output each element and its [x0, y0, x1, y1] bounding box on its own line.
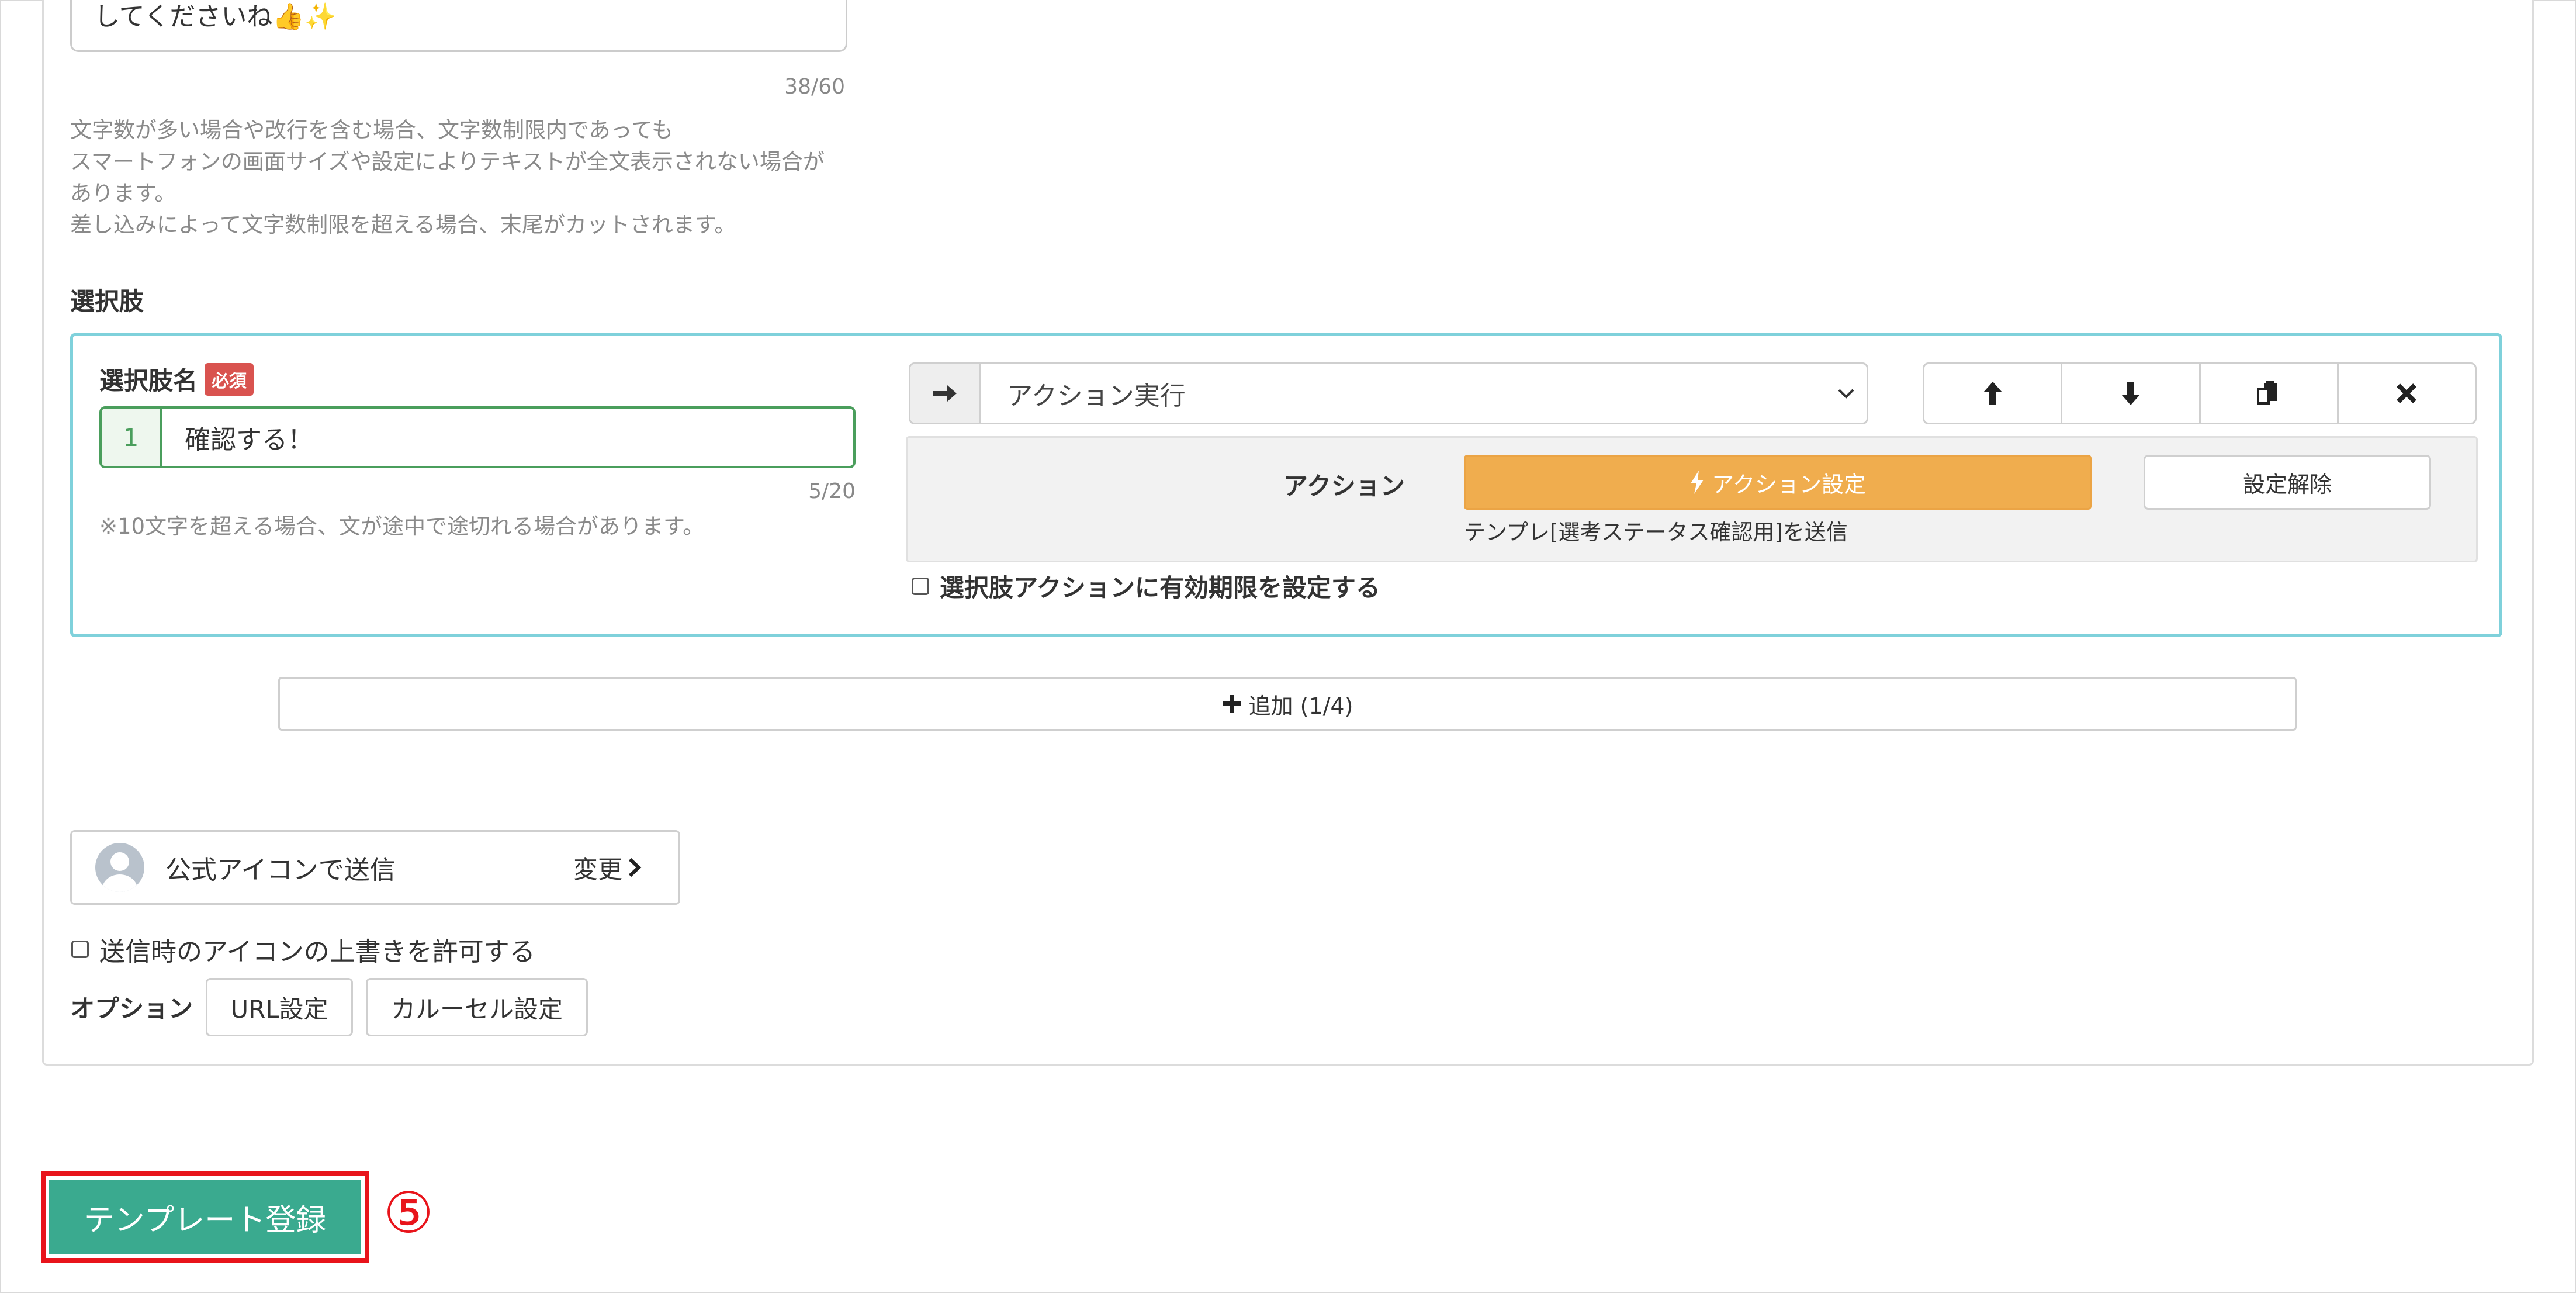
add-choice-label: 追加 (1/4)	[1248, 693, 1353, 719]
action-settings-button[interactable]: アクション設定	[1464, 455, 2092, 510]
action-description: テンプレ[選考ステータス確認用]を送信	[1464, 520, 1848, 545]
choice-name-label-row: 選択肢名 必須	[99, 361, 254, 397]
move-down-button[interactable]	[2062, 364, 2201, 423]
choice-name-input[interactable]: 1 確認する！	[99, 406, 856, 468]
paste-icon	[2257, 381, 2277, 405]
step-marker: ⑤	[383, 1180, 434, 1246]
override-checkbox-row[interactable]: 送信時のアイコンの上書きを許可する	[71, 931, 535, 968]
arrow-right-icon	[910, 364, 981, 423]
action-label: アクション	[1283, 472, 1405, 500]
help-line: 文字数が多い場合や改行を含む場合、文字数制限内であっても	[70, 117, 673, 143]
sender-label: 公式アイコンで送信	[165, 855, 396, 885]
close-icon	[2397, 383, 2417, 403]
expiry-checkbox-label: 選択肢アクションに有効期限を設定する	[940, 573, 1380, 602]
message-help: 文字数が多い場合や改行を含む場合、文字数制限内であっても スマートフォンの画面サ…	[70, 115, 825, 241]
submit-highlight: テンプレート登録	[41, 1171, 369, 1263]
required-badge: 必須	[205, 362, 254, 396]
avatar-icon	[95, 843, 144, 892]
message-counter: 38/60	[784, 75, 845, 99]
action-settings-label: アクション設定	[1711, 471, 1867, 497]
chevron-down-icon	[1826, 364, 1867, 423]
copy-button[interactable]	[2201, 364, 2339, 423]
plus-icon	[1223, 695, 1241, 713]
action-type-value: アクション実行	[1007, 381, 1186, 411]
override-icon-label: 送信時のアイコンの上書きを許可する	[99, 937, 535, 967]
change-sender-label: 変更	[573, 855, 622, 884]
choice-controls	[1923, 362, 2477, 424]
message-text: してくださいね👍✨	[94, 2, 337, 32]
message-textarea[interactable]: してくださいね👍✨	[70, 0, 847, 52]
choices-section-label: 選択肢	[70, 287, 144, 316]
arrow-up-icon	[1983, 382, 2002, 405]
choice-name-counter: 5/20	[808, 479, 856, 503]
action-type-select[interactable]: アクション実行	[909, 362, 1868, 424]
options-label: オプション	[70, 994, 193, 1023]
action-clear-button[interactable]: 設定解除	[2144, 455, 2431, 510]
choice-name-label: 選択肢名	[99, 367, 198, 395]
choice-name-note: ※10文字を超える場合、文が途中で途切れる場合があります。	[99, 514, 705, 539]
change-sender-link[interactable]: 変更	[573, 850, 642, 886]
delete-button[interactable]	[2339, 364, 2475, 423]
override-icon-checkbox[interactable]	[71, 941, 89, 958]
sender-icon-selector[interactable]: 公式アイコンで送信 変更	[70, 830, 680, 905]
choice-name-value: 確認する！	[185, 425, 313, 455]
register-template-button[interactable]: テンプレート登録	[49, 1180, 361, 1254]
carousel-settings-button[interactable]: カルーセル設定	[366, 978, 588, 1036]
bolt-icon	[1690, 471, 1704, 494]
add-choice-button[interactable]: 追加 (1/4)	[278, 677, 2297, 731]
expiry-checkbox[interactable]	[912, 577, 929, 595]
help-line: 差し込みによって文字数制限を超える場合、末尾がカットされます。	[70, 212, 736, 237]
help-line: スマートフォンの画面サイズや設定によりテキストが全文表示されない場合が	[70, 149, 825, 174]
chevron-right-icon	[628, 858, 642, 877]
url-settings-button[interactable]: URL設定	[206, 978, 353, 1036]
move-up-button[interactable]	[1924, 364, 2063, 423]
arrow-down-icon	[2121, 382, 2140, 405]
choice-index: 1	[102, 409, 162, 466]
expiry-checkbox-row[interactable]: 選択肢アクションに有効期限を設定する	[912, 568, 1380, 604]
help-line: あります。	[70, 181, 176, 206]
